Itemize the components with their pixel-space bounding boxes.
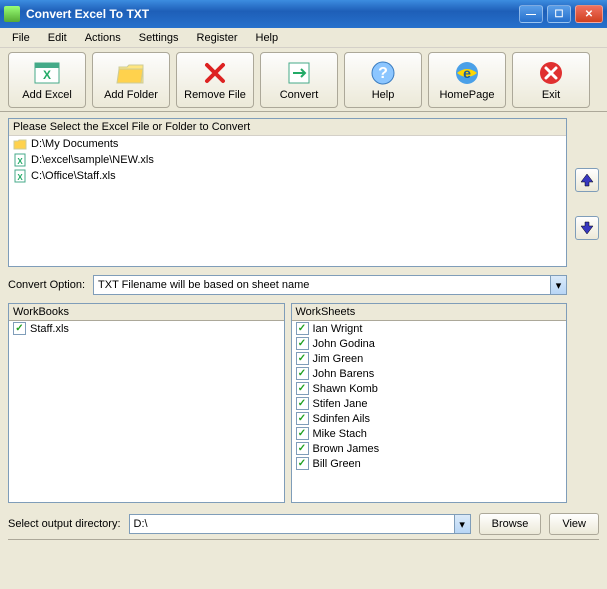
convert-option-dropdown[interactable]: TXT Filename will be based on sheet name… [93,275,567,295]
add-excel-button[interactable]: XAdd Excel [8,52,86,108]
worksheet-item[interactable]: Bill Green [292,456,567,471]
minimize-button[interactable]: — [519,5,543,23]
worksheet-name: Brown James [313,443,380,455]
output-dir-label: Select output directory: [8,518,121,530]
worksheet-item[interactable]: Brown James [292,441,567,456]
worksheet-item[interactable]: Stifen Jane [292,396,567,411]
checkbox-icon[interactable] [296,322,309,335]
titlebar: Convert Excel To TXT — ☐ ✕ [0,0,607,28]
worksheet-item[interactable]: Jim Green [292,351,567,366]
workbook-item[interactable]: Staff.xls [9,321,284,336]
convert-option-value: TXT Filename will be based on sheet name [98,279,309,291]
folder-icon [13,137,27,151]
worksheet-item[interactable]: John Barens [292,366,567,381]
file-list[interactable]: D:\My DocumentsXD:\excel\sample\NEW.xlsX… [9,136,566,266]
arrow-up-icon [580,173,594,187]
chevron-down-icon: ▾ [550,276,566,294]
checkbox-icon[interactable] [296,457,309,470]
file-row[interactable]: X D:\excel\sample\NEW.xls [9,152,566,168]
worksheet-item[interactable]: Mike Stach [292,426,567,441]
checkbox-icon[interactable] [296,382,309,395]
checkbox-icon[interactable] [296,442,309,455]
exit-icon [535,59,567,87]
file-row[interactable]: X C:\Office\Staff.xls [9,168,566,184]
workbooks-header: WorkBooks [9,304,284,321]
menu-help[interactable]: Help [248,30,287,45]
worksheet-name: Bill Green [313,458,361,470]
output-dir-value: D:\ [134,518,148,530]
homepage-button[interactable]: eHomePage [428,52,506,108]
remove-icon [199,59,231,87]
app-icon [4,6,20,22]
checkbox-icon[interactable] [296,352,309,365]
worksheets-header: WorkSheets [292,304,567,321]
window-title: Convert Excel To TXT [26,7,519,21]
svg-text:X: X [43,68,51,82]
svg-text:X: X [17,157,23,166]
remove-file-button[interactable]: Remove File [176,52,254,108]
checkbox-icon[interactable] [13,322,26,335]
worksheet-name: Sdinfen Ails [313,413,370,425]
checkbox-icon[interactable] [296,337,309,350]
svg-text:X: X [17,173,23,182]
svg-text:?: ? [378,65,388,82]
worksheet-item[interactable]: Shawn Komb [292,381,567,396]
excel-icon: X [13,169,27,183]
output-dir-dropdown[interactable]: D:\ ▾ [129,514,471,534]
convert-option-label: Convert Option: [8,279,85,291]
move-up-button[interactable] [575,168,599,192]
menu-file[interactable]: File [4,30,38,45]
checkbox-icon[interactable] [296,367,309,380]
add-folder-button[interactable]: Add Folder [92,52,170,108]
menu-register[interactable]: Register [189,30,246,45]
menu-edit[interactable]: Edit [40,30,75,45]
worksheet-name: Stifen Jane [313,398,368,410]
worksheet-name: Mike Stach [313,428,367,440]
workbooks-panel: WorkBooks Staff.xls [8,303,285,503]
close-button[interactable]: ✕ [575,5,603,23]
worksheet-item[interactable]: Ian Wrignt [292,321,567,336]
file-path: D:\excel\sample\NEW.xls [31,154,154,166]
statusbar [8,539,599,559]
worksheets-list[interactable]: Ian Wrignt John Godina Jim Green John Baren… [292,321,567,502]
workbooks-list[interactable]: Staff.xls [9,321,284,502]
worksheets-panel: WorkSheets Ian Wrignt John Godina Jim Gree… [291,303,568,503]
help-icon: ? [367,59,399,87]
menubar: FileEditActionsSettingsRegisterHelp [0,28,607,48]
worksheet-name: Shawn Komb [313,383,378,395]
toolbar: XAdd ExcelAdd FolderRemove FileConvert?H… [0,48,607,112]
menu-actions[interactable]: Actions [77,30,129,45]
file-path: D:\My Documents [31,138,118,150]
convert-icon [283,59,315,87]
maximize-button[interactable]: ☐ [547,5,571,23]
browse-button[interactable]: Browse [479,513,542,535]
worksheet-item[interactable]: John Godina [292,336,567,351]
worksheet-name: John Barens [313,368,375,380]
folder-icon [115,59,147,87]
checkbox-icon[interactable] [296,412,309,425]
convert-button[interactable]: Convert [260,52,338,108]
worksheet-item[interactable]: Sdinfen Ails [292,411,567,426]
arrow-down-icon [580,221,594,235]
excel-icon: X [13,153,27,167]
view-button[interactable]: View [549,513,599,535]
menu-settings[interactable]: Settings [131,30,187,45]
file-list-header: Please Select the Excel File or Folder t… [9,119,566,136]
help-button[interactable]: ?Help [344,52,422,108]
checkbox-icon[interactable] [296,427,309,440]
worksheet-name: Jim Green [313,353,364,365]
file-list-panel: Please Select the Excel File or Folder t… [8,118,567,267]
worksheet-name: Ian Wrignt [313,323,363,335]
workbook-name: Staff.xls [30,323,69,335]
worksheet-name: John Godina [313,338,375,350]
file-row[interactable]: D:\My Documents [9,136,566,152]
chevron-down-icon: ▾ [454,515,470,533]
svg-text:e: e [463,65,471,81]
move-down-button[interactable] [575,216,599,240]
ie-icon: e [451,59,483,87]
checkbox-icon[interactable] [296,397,309,410]
file-path: C:\Office\Staff.xls [31,170,116,182]
exit-button[interactable]: Exit [512,52,590,108]
excel-icon: X [31,59,63,87]
